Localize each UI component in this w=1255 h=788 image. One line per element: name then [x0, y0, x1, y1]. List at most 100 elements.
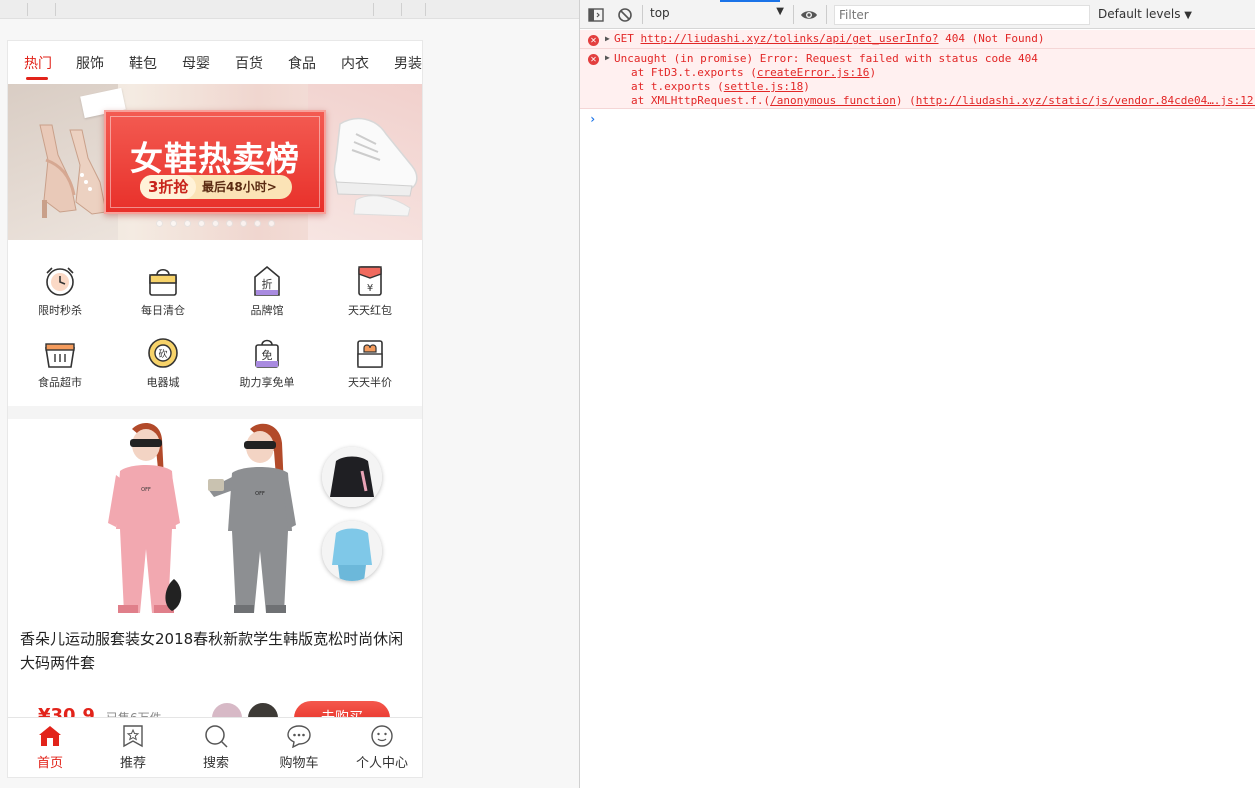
device-preview-pane: 热门 服饰 鞋包 母婴 百货 食品 内衣 男装 女鞋热卖榜 3折抢 最后48小时…: [0, 0, 579, 788]
category-tab-baby[interactable]: 母婴: [182, 53, 210, 73]
banner-discount-badge: 3折抢: [148, 178, 189, 196]
category-tab-menswear[interactable]: 男装: [394, 53, 422, 73]
model-pink-image: OFF: [108, 423, 182, 613]
console-error-message[interactable]: ✕ ▶ GET http://liudashi.xyz/tolinks/api/…: [580, 30, 1255, 52]
product-thumbnail-black[interactable]: [322, 447, 382, 507]
console-error-message[interactable]: ✕ ▶ Uncaught (in promise) Error: Request…: [580, 49, 1255, 109]
product-thumbnail-blue[interactable]: [322, 521, 382, 581]
product-card[interactable]: OFF OFF 香朵儿运动服套装女2018春秋新款学生韩版宽松时尚休闲大码两件套…: [8, 419, 422, 735]
banner-pill: 3折抢 最后48小时>: [140, 175, 292, 199]
request-url-link[interactable]: http://liudashi.xyz/tolinks/api/get_user…: [641, 32, 939, 45]
mobile-page: 热门 服饰 鞋包 母婴 百货 食品 内衣 男装 女鞋热卖榜 3折抢 最后48小时…: [7, 40, 423, 778]
carousel-dot[interactable]: [170, 220, 177, 227]
shortcut-label: 天天半价: [348, 376, 392, 389]
nav-label: 购物车: [279, 756, 319, 771]
expand-triangle-icon[interactable]: ▶: [605, 34, 610, 43]
shortcut-food-market[interactable]: 食品超市: [15, 336, 105, 400]
svg-text:OFF: OFF: [141, 487, 151, 493]
sandal-image: [39, 124, 107, 218]
nav-cart[interactable]: 购物车: [264, 724, 334, 774]
svg-text:¥: ¥: [367, 283, 373, 294]
category-tab-underwear[interactable]: 内衣: [341, 53, 369, 73]
svg-text:免: 免: [262, 348, 273, 362]
carousel-dot[interactable]: [226, 220, 233, 227]
star-bookmark-icon: [123, 725, 143, 748]
shortcut-daily-half-price[interactable]: 天天半价: [325, 336, 415, 400]
carousel-indicators: [156, 220, 276, 228]
shortcut-flash-sale[interactable]: 限时秒杀: [15, 264, 105, 328]
source-link[interactable]: http://liudashi.xyz/static/js/vendor.84c…: [916, 94, 1255, 107]
devtools-console-panel: top ▼ Default levels ▼ ✕ ▶ GET http://li…: [579, 0, 1255, 788]
shortcut-label: 每日清仓: [141, 304, 185, 317]
shortcut-brand-hall[interactable]: 折 品牌馆: [222, 264, 312, 328]
banner-subtitle: 最后48小时>: [202, 180, 277, 194]
source-link[interactable]: settle.js:18: [724, 80, 803, 93]
nav-label: 首页: [36, 756, 63, 771]
blue-top-thumbnail-image: [322, 521, 382, 581]
shortcut-free-order[interactable]: 免 助力享免单: [222, 336, 312, 400]
free-bag-icon: 免: [255, 339, 279, 368]
bottom-navigation: 首页 推荐 搜索 购物车 个人中心: [8, 717, 422, 777]
carousel-dot[interactable]: [268, 220, 275, 227]
shortcut-label: 助力享免单: [239, 376, 295, 389]
shortcut-label: 限时秒杀: [38, 304, 82, 317]
svg-text:砍: 砍: [158, 348, 167, 360]
device-toolbar-segment[interactable]: [56, 3, 374, 16]
shortcut-daily-red-packet[interactable]: ¥ 天天红包: [325, 264, 415, 328]
carousel-dot[interactable]: [240, 220, 247, 227]
bargain-circle-icon: 砍: [148, 338, 178, 368]
carousel-dot[interactable]: [198, 220, 205, 227]
nav-search[interactable]: 搜索: [181, 724, 251, 774]
shopping-bag-icon: [149, 268, 177, 296]
nav-label: 个人中心: [355, 756, 408, 771]
promo-banner[interactable]: 女鞋热卖榜 3折抢 最后48小时>: [8, 84, 422, 240]
shortcut-electronics[interactable]: 砍 电器城: [118, 336, 208, 400]
active-panel-indicator: [720, 0, 780, 2]
shortcut-daily-clearance[interactable]: 每日清仓: [118, 264, 208, 328]
source-link[interactable]: createError.js:16: [757, 66, 870, 79]
nav-home[interactable]: 首页: [15, 724, 85, 774]
category-tabs: 热门 服饰 鞋包 母婴 百货 食品 内衣 男装: [8, 41, 422, 84]
nav-recommend[interactable]: 推荐: [98, 724, 168, 774]
shortcut-grid: 限时秒杀 每日清仓 折 品牌馆 ¥ 天天红包 食品超市 砍 电器城 免 助力享免…: [8, 240, 422, 406]
category-tab-general[interactable]: 百货: [235, 53, 263, 73]
wallet-icon: [357, 340, 383, 368]
execution-context-select[interactable]: top ▼: [650, 6, 784, 24]
sidebar-toggle-icon[interactable]: [587, 6, 605, 24]
expand-triangle-icon[interactable]: ▶: [605, 53, 610, 62]
nav-label: 推荐: [119, 756, 146, 771]
product-title[interactable]: 香朵儿运动服套装女2018春秋新款学生韩版宽松时尚休闲大码两件套: [20, 627, 416, 675]
red-envelope-icon: ¥: [358, 266, 382, 296]
chat-bubble-icon: [287, 725, 311, 748]
stack-frame: at XMLHttpRequest.f.(/anonymous function…: [631, 94, 1255, 107]
device-toolbar-segment[interactable]: [28, 3, 56, 16]
nav-profile[interactable]: 个人中心: [347, 724, 417, 774]
category-tab-hot[interactable]: 热门: [24, 53, 52, 73]
product-image-area[interactable]: OFF OFF: [8, 419, 422, 615]
console-prompt-icon[interactable]: ›: [589, 112, 596, 126]
nav-label: 搜索: [202, 756, 229, 771]
clear-console-icon[interactable]: [616, 6, 634, 24]
log-levels-select[interactable]: Default levels ▼: [1098, 7, 1192, 21]
carousel-dot[interactable]: [184, 220, 191, 227]
shortcut-label: 品牌馆: [250, 304, 284, 317]
dropdown-arrow-icon: ▼: [1184, 10, 1192, 21]
source-link[interactable]: /anonymous function: [770, 94, 896, 107]
svg-text:OFF: OFF: [255, 491, 265, 497]
category-tab-clothing[interactable]: 服饰: [76, 53, 104, 73]
console-filter-input[interactable]: [834, 5, 1090, 25]
device-toolbar-segment[interactable]: [0, 3, 28, 16]
carousel-dot[interactable]: [212, 220, 219, 227]
black-top-thumbnail-image: [322, 447, 382, 507]
console-toolbar: top ▼ Default levels ▼: [580, 0, 1255, 29]
home-icon: [39, 726, 61, 746]
eye-icon[interactable]: [800, 6, 818, 24]
device-toolbar-segment[interactable]: [402, 3, 426, 16]
device-toolbar-segment[interactable]: [374, 3, 402, 16]
carousel-dot[interactable]: [254, 220, 261, 227]
basket-icon: [45, 343, 75, 368]
carousel-dot[interactable]: [156, 220, 163, 227]
dropdown-arrow-icon: ▼: [776, 6, 784, 17]
category-tab-shoes-bags[interactable]: 鞋包: [129, 53, 157, 73]
category-tab-food[interactable]: 食品: [288, 53, 316, 73]
